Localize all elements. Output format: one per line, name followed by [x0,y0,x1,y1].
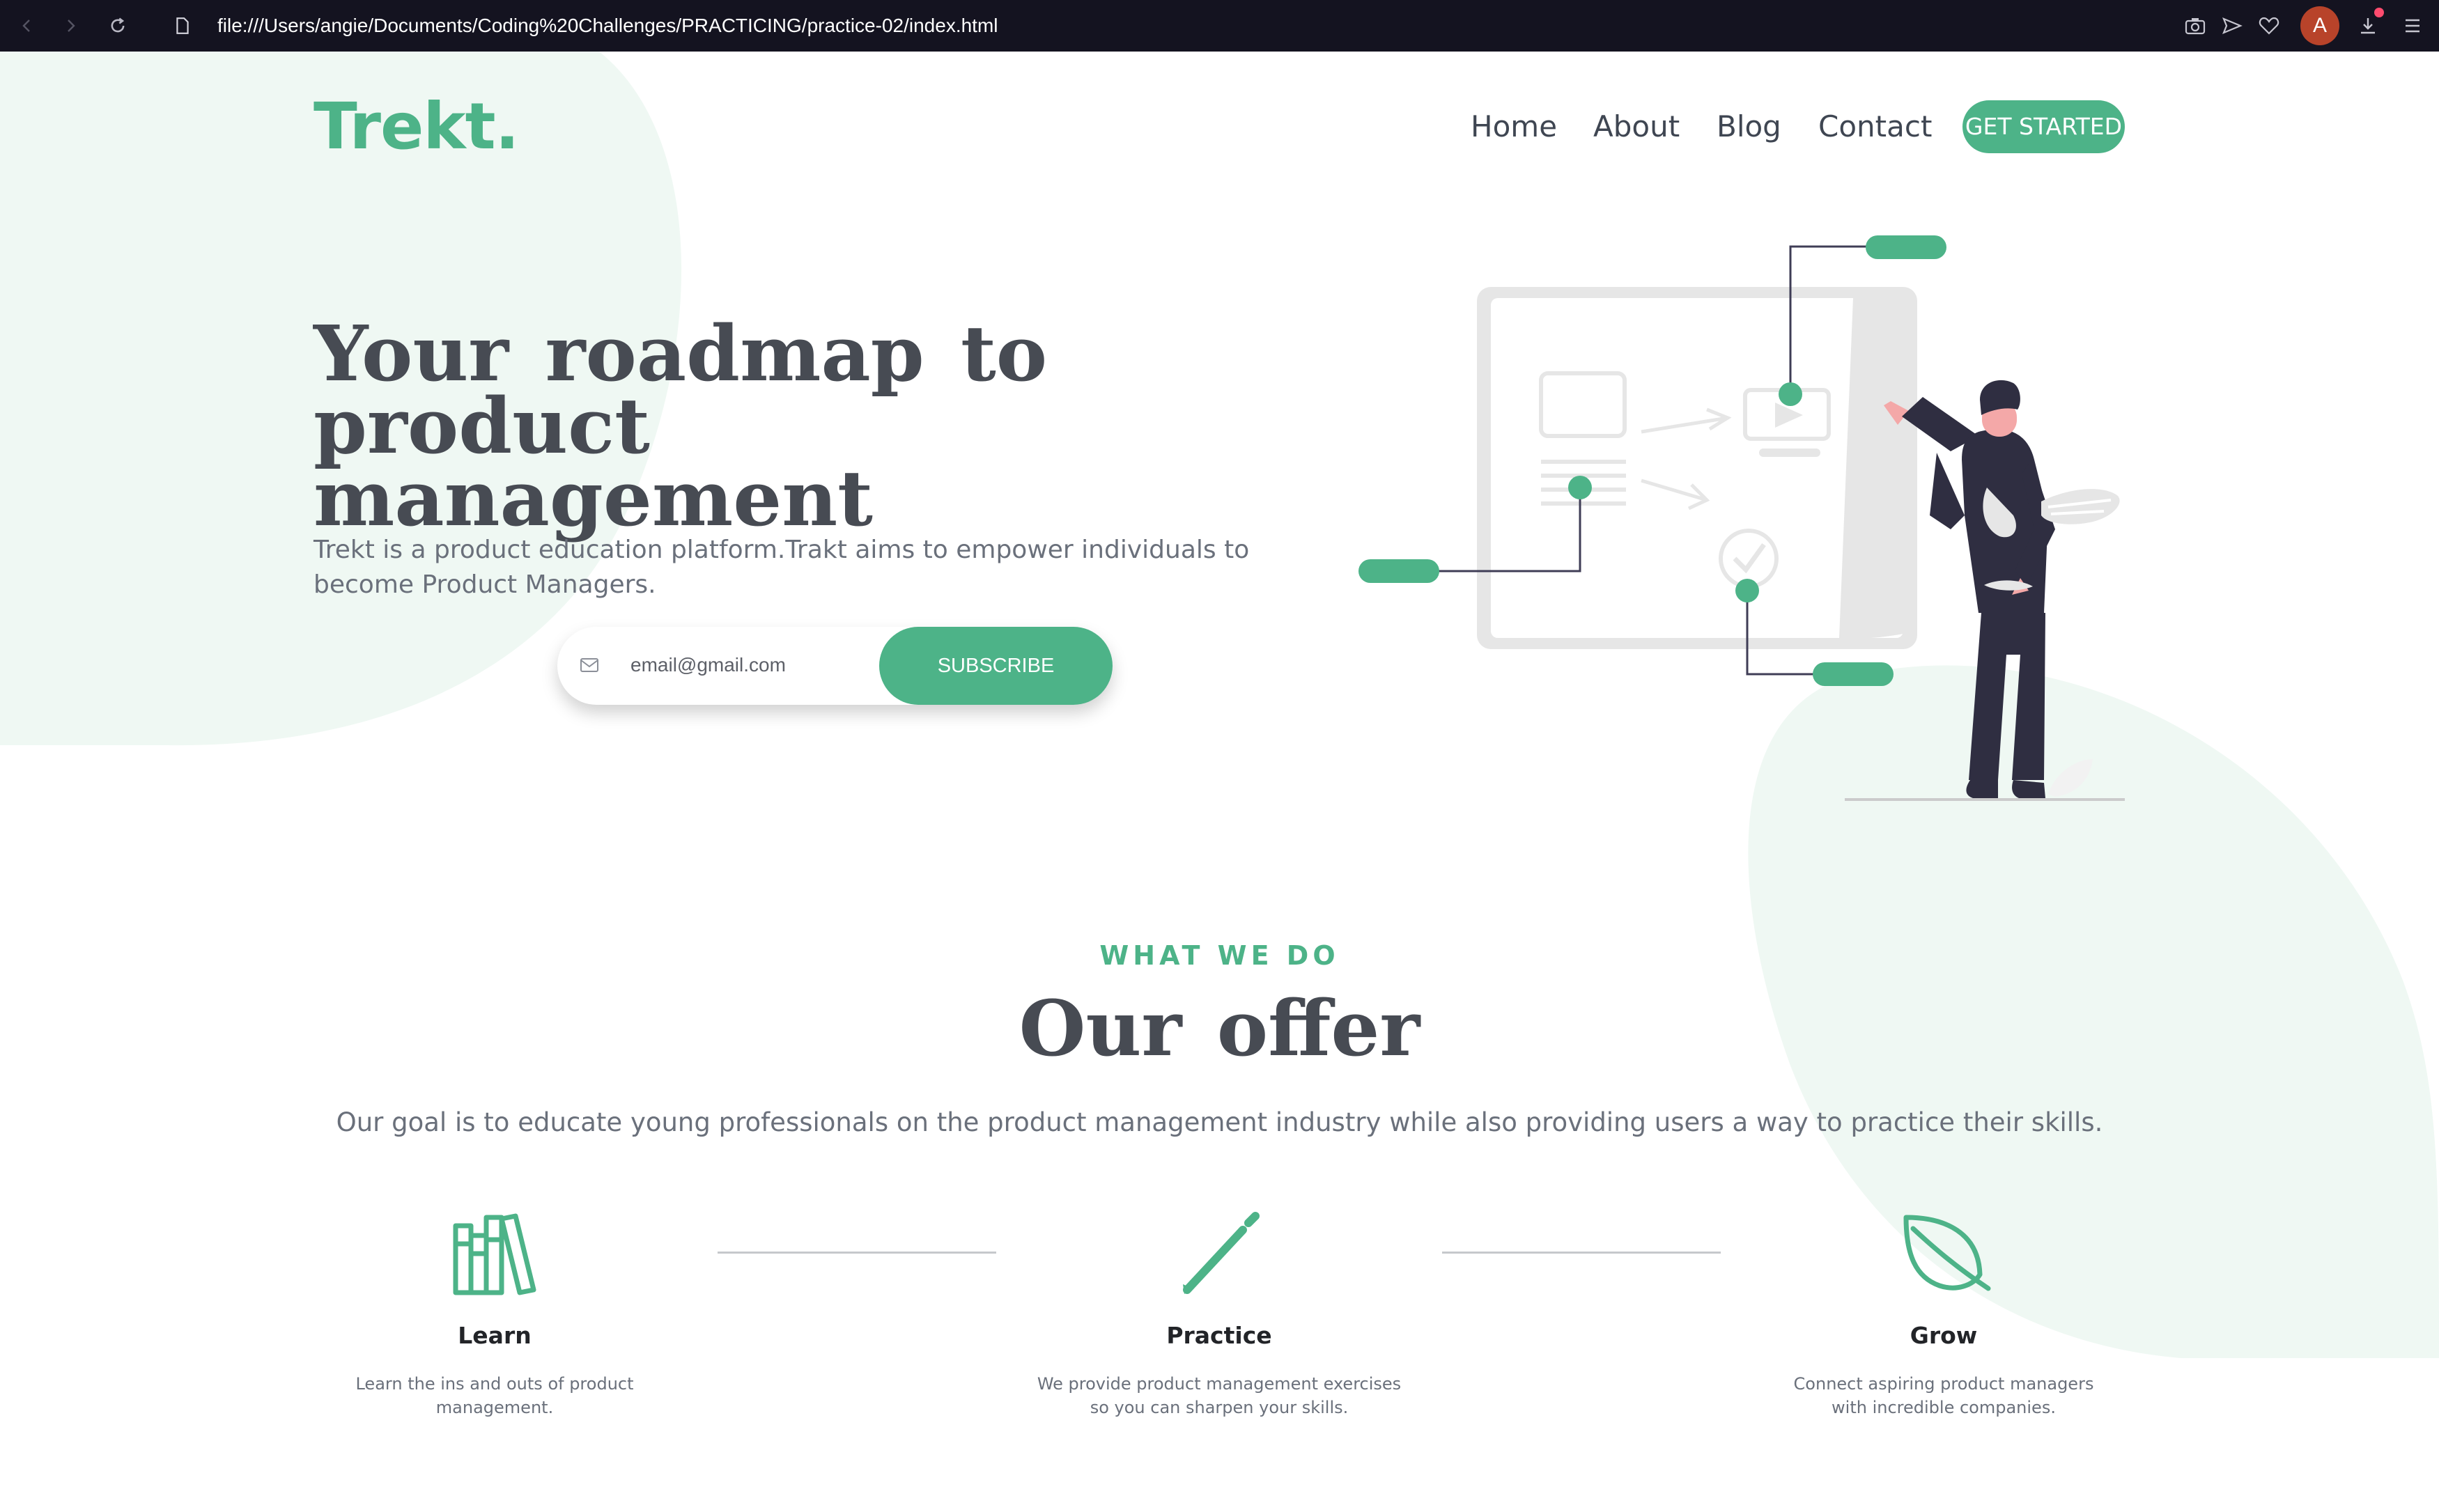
pencil-icon [1183,1212,1260,1294]
feature-connector-2 [1442,1252,1721,1254]
mail-icon [580,658,598,672]
heart-icon[interactable] [2254,11,2284,40]
leaf-icon [1903,1215,1991,1291]
profile-avatar[interactable]: A [2300,6,2339,45]
feature-title-learn: Learn [458,1322,532,1349]
forward-icon[interactable] [56,11,85,40]
page-icon [168,11,197,40]
feature-desc-learn: Learn the ins and outs of product manage… [355,1374,634,1417]
back-icon[interactable] [13,11,42,40]
feature-title-practice: Practice [1166,1322,1272,1349]
menu-icon[interactable] [2398,11,2427,40]
site-logo[interactable]: Trekt. [313,89,520,164]
hero-illustration [1358,235,2125,801]
feature-title-grow: Grow [1910,1322,1978,1349]
feature-desc-grow: Connect aspiring product managers with i… [1793,1374,2094,1417]
nav-home[interactable]: Home [1471,104,1557,149]
nav-contact[interactable]: Contact [1818,104,1932,149]
hero-title-line2: management [313,453,873,543]
send-icon[interactable] [2217,11,2247,40]
subscribe-button[interactable]: SUBSCRIBE [879,627,1113,705]
notification-dot [2374,8,2384,17]
feature-desc-practice: We provide product management exercises … [1037,1374,1402,1417]
get-started-button[interactable]: GET STARTED [1962,100,2125,153]
hero-title-line1: Your roadmap to product [313,309,1048,471]
section-eyebrow: WHAT WE DO [1099,940,1340,971]
hero-title: Your roadmap to product management [313,315,1324,537]
hero-subtitle: Trekt is a product education platform.Tr… [313,536,1250,599]
camera-icon[interactable] [2181,11,2210,40]
books-icon [453,1213,536,1295]
reload-icon[interactable] [103,11,132,40]
email-input[interactable] [630,648,867,683]
address-bar[interactable]: file:///Users/angie/Documents/Coding%20C… [217,11,998,40]
section-description: Our goal is to educate young professiona… [336,1107,2103,1137]
feature-connector-1 [718,1252,996,1254]
section-title: Our offer [1019,983,1420,1073]
browser-toolbar: file:///Users/angie/Documents/Coding%20C… [0,0,2439,52]
nav-blog[interactable]: Blog [1717,104,1781,149]
nav-about[interactable]: About [1593,104,1680,149]
